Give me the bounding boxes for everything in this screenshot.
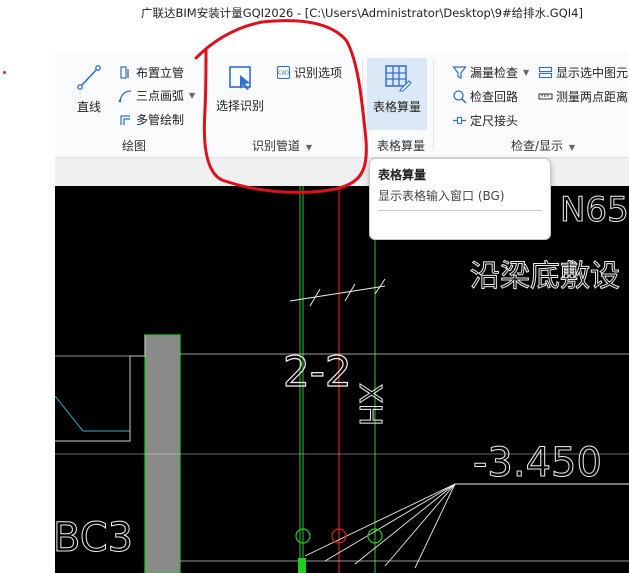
place-riser-button[interactable]: 布置立管 xyxy=(118,64,184,81)
cad-label-xh: XH xyxy=(352,383,387,426)
recognize-group-dropdown[interactable]: 识别管道 ▼ xyxy=(252,137,312,154)
tooltip-title: 表格算量 xyxy=(378,168,427,182)
show-selected-label: 显示选中图元 xyxy=(556,66,629,80)
group-divider xyxy=(362,60,363,150)
group-divider xyxy=(203,60,204,150)
cad-label-n65: N65 xyxy=(560,190,629,230)
multi-pipe-draw-label: 多管绘制 xyxy=(136,113,185,127)
missing-check-button[interactable]: 漏量检查 ▼ xyxy=(452,64,529,81)
left-margin xyxy=(0,0,55,573)
missing-check-label: 漏量检查 xyxy=(470,66,519,80)
chevron-down-icon: ▼ xyxy=(189,91,196,100)
chevron-down-icon: ▼ xyxy=(523,68,530,77)
fixed-length-joint-button[interactable]: 定尺接头 xyxy=(452,112,518,129)
check-group-label: 检查/显示 xyxy=(511,139,564,153)
chevron-down-icon: ▼ xyxy=(305,143,312,152)
dimension-line xyxy=(289,285,386,302)
table-icon xyxy=(385,65,412,92)
fixed-length-joint-label: 定尺接头 xyxy=(470,114,519,128)
three-point-arc-button[interactable]: 三点画弧 ▼ xyxy=(118,87,195,104)
tooltip-divider xyxy=(378,210,542,211)
green-fitting xyxy=(298,558,306,573)
measure-distance-label: 测量两点距离 xyxy=(556,90,629,104)
cad-drawing: N65 沿梁底敷设 -3.450 BC3 2-2 XH xyxy=(55,186,629,573)
cad-label-elevation: -3.450 xyxy=(473,440,602,486)
line-button[interactable]: 直线 xyxy=(75,62,103,115)
svg-text:CAD: CAD xyxy=(278,71,289,77)
cad-label-beam: 沿梁底敷设 xyxy=(470,259,620,294)
riser-icon xyxy=(120,66,129,79)
multi-pipe-draw-button[interactable]: 多管绘制 xyxy=(118,111,184,128)
arc-icon xyxy=(118,90,132,103)
tooltip-description: 显示表格输入窗口 (BG) xyxy=(378,189,505,203)
line-label: 直线 xyxy=(76,100,101,114)
measure-distance-button[interactable]: 测量两点距离 xyxy=(538,88,628,105)
select-recognize-button[interactable]: 选择识别 xyxy=(216,62,264,114)
window-title: 广联达BIM安装计量GQI2026 - [C:\Users\Administra… xyxy=(141,6,583,20)
check-group-dropdown[interactable]: 检查/显示 ▼ xyxy=(511,137,575,154)
show-selected-icon xyxy=(538,66,553,79)
red-dot-mark xyxy=(3,71,6,74)
recognize-options-label: 识别选项 xyxy=(294,66,343,80)
ruler-icon xyxy=(538,93,553,100)
select-recognize-label: 选择识别 xyxy=(216,99,265,113)
recognize-options-button[interactable]: CAD 识别选项 xyxy=(276,64,342,81)
wall-outline xyxy=(55,335,146,442)
cad-label-bc3: BC3 xyxy=(55,515,133,561)
show-selected-button[interactable]: 显示选中图元 xyxy=(538,64,628,81)
draw-group-label: 绘图 xyxy=(122,139,147,153)
table-calc-label: 表格算量 xyxy=(372,100,421,114)
funnel-icon xyxy=(452,66,467,79)
group-divider xyxy=(433,60,434,150)
table-calc-button[interactable]: 表格算量 xyxy=(367,58,427,130)
line-icon xyxy=(77,65,101,90)
loop-check-icon xyxy=(453,90,467,104)
cad-canvas[interactable]: N65 沿梁底敷设 -3.450 BC3 2-2 XH xyxy=(55,186,629,573)
check-loop-button[interactable]: 检查回路 xyxy=(452,88,518,105)
ribbon-tab-gap xyxy=(55,28,629,52)
cad-label-section: 2-2 xyxy=(283,347,352,396)
multi-pipe-icon xyxy=(120,115,130,125)
select-recognize-icon xyxy=(229,66,251,90)
joint-icon xyxy=(453,116,466,125)
three-point-arc-label: 三点画弧 xyxy=(136,89,185,103)
check-loop-label: 检查回路 xyxy=(470,90,519,104)
place-riser-label: 布置立管 xyxy=(136,66,185,80)
table-calc-tooltip: 表格算量 显示表格输入窗口 (BG) xyxy=(369,158,551,240)
cad-options-icon: CAD xyxy=(276,65,291,80)
chevron-down-icon: ▼ xyxy=(568,143,576,152)
table-group-label: 表格算量 xyxy=(377,139,426,153)
cyan-line xyxy=(55,395,130,432)
recognize-group-label: 识别管道 xyxy=(252,139,301,153)
title-bar: 广联达BIM安装计量GQI2026 - [C:\Users\Administra… xyxy=(55,0,629,28)
